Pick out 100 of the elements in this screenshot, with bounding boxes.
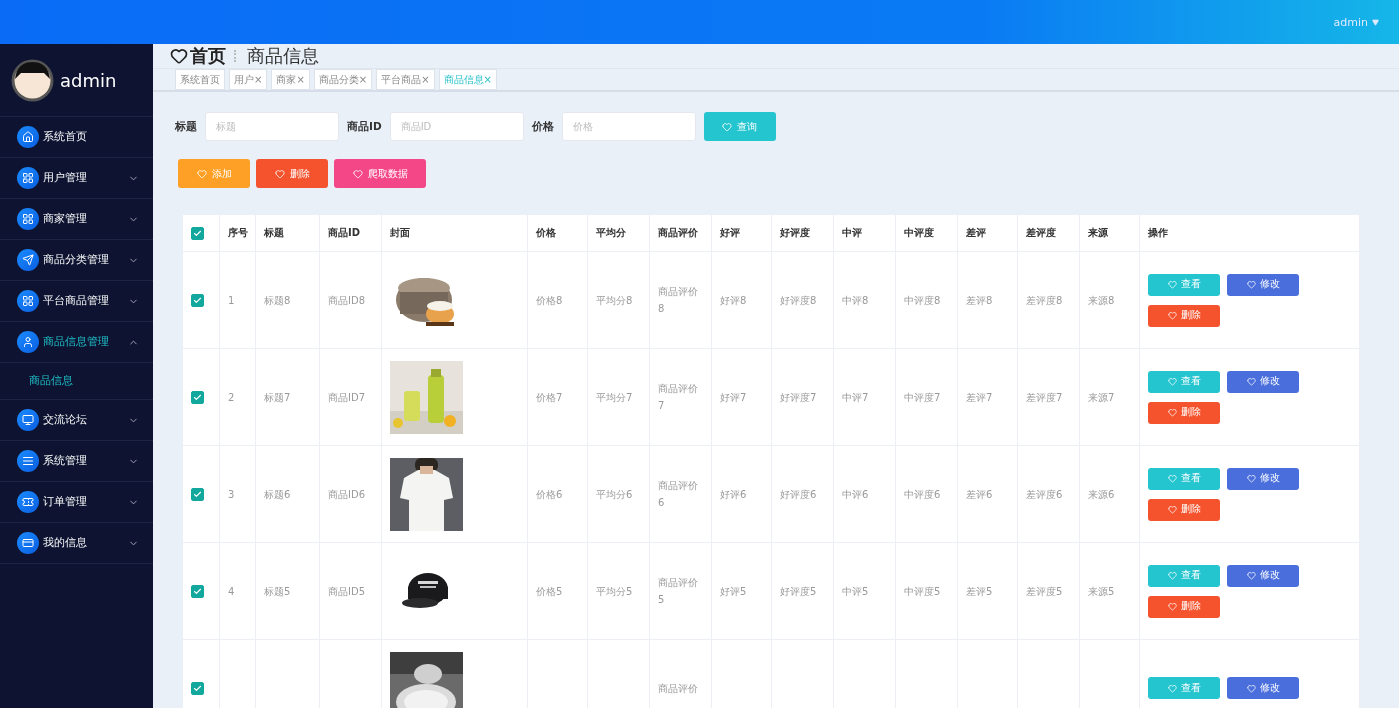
delete-button[interactable]: 删除 (256, 159, 328, 188)
checkbox[interactable] (191, 293, 204, 307)
view-button[interactable]: 查看 (1148, 467, 1220, 490)
edit-button[interactable]: 修改 (1227, 677, 1299, 699)
edit-button[interactable]: 修改 (1227, 564, 1299, 587)
table-cell-text: 1 (228, 293, 235, 308)
table-cell-text: 差评度7 (1026, 390, 1063, 405)
page-tab[interactable]: 系统首页 (175, 69, 225, 90)
checkbox[interactable] (191, 390, 204, 404)
add-button[interactable]: 添加 (178, 159, 250, 188)
table-cell-text: 标题8 (264, 293, 291, 308)
checkbox[interactable] (191, 681, 204, 695)
sidebar-item[interactable]: 平台商品管理 (0, 281, 153, 322)
table-cell-text: 好评5 (720, 584, 747, 599)
menu-icon (17, 331, 39, 353)
sidebar-item[interactable]: 系统首页 (0, 117, 153, 158)
page-tab[interactable]: 平台商品× (376, 69, 435, 90)
view-button[interactable]: 查看 (1148, 564, 1220, 587)
sidebar-item[interactable]: 我的信息 (0, 523, 153, 564)
table-cell-text: 差评度6 (1026, 487, 1063, 502)
table-cell-text: 中评8 (842, 293, 869, 308)
heart-icon (1167, 311, 1177, 320)
checkbox[interactable] (191, 584, 204, 598)
table-cell-text: 中评5 (842, 584, 869, 599)
table-cell-text: 商品ID6 (328, 487, 365, 502)
table-cell-text: 来源8 (1088, 293, 1115, 308)
heart-icon (1246, 474, 1256, 483)
delete-button[interactable]: 删除 (1148, 304, 1220, 327)
column-header: 平均分 (588, 215, 650, 252)
heart-icon (1246, 377, 1256, 386)
table-cell-text: 好评度5 (780, 584, 817, 599)
table-cell-text: 差评5 (966, 584, 993, 599)
delete-button[interactable]: 删除 (1148, 498, 1220, 521)
table-cell-text: 商品ID5 (328, 584, 365, 599)
heart-icon (1167, 602, 1177, 611)
menu-icon (17, 290, 39, 312)
page-tab[interactable]: 商家× (271, 69, 310, 90)
table-cell-text: 平均分6 (596, 487, 633, 502)
heart-icon (722, 121, 733, 132)
column-header: 中评度 (896, 215, 958, 252)
checkbox[interactable] (191, 487, 204, 501)
heart-icon (1167, 377, 1177, 386)
user-menu[interactable]: admin (1333, 15, 1379, 29)
breadcrumb-current: 商品信息 (247, 44, 319, 68)
view-button[interactable]: 查看 (1148, 273, 1220, 296)
delete-button[interactable]: 删除 (1148, 595, 1220, 618)
heart-icon (1167, 505, 1177, 514)
table-cell-text: 平均分7 (596, 390, 633, 405)
field-label: 商品ID (347, 119, 382, 134)
table-cell-text: 平均分5 (596, 584, 633, 599)
table-cell-text: 中评度5 (904, 584, 941, 599)
search-button[interactable]: 查询 (703, 112, 776, 141)
page-tab[interactable]: 商品分类× (313, 69, 373, 90)
user-name: admin (60, 69, 117, 91)
view-button[interactable]: 查看 (1148, 370, 1220, 393)
edit-button[interactable]: 修改 (1227, 467, 1299, 490)
checkbox[interactable] (191, 226, 204, 240)
check-icon (193, 489, 202, 499)
search-field[interactable]: 价格 (561, 112, 696, 141)
search-field[interactable]: 标题 (205, 112, 339, 141)
menu-icon (17, 450, 39, 472)
column-header: 好评 (712, 215, 772, 252)
menu-icon (17, 249, 39, 271)
edit-button[interactable]: 修改 (1227, 370, 1299, 393)
column-header: 来源 (1080, 215, 1140, 252)
sidebar-subitem[interactable]: 商品信息 (0, 363, 153, 400)
sidebar-item[interactable]: 商家管理 (0, 199, 153, 240)
caret-icon[interactable] (1372, 18, 1379, 26)
table-cell-text: 价格7 (536, 390, 563, 405)
delete-button[interactable]: 删除 (1148, 401, 1220, 424)
sidebar-item[interactable]: 订单管理 (0, 482, 153, 523)
breadcrumb-home[interactable]: 首页 (170, 44, 226, 68)
column-header: 封面 (382, 215, 528, 252)
table-cell-text: 来源6 (1088, 487, 1115, 502)
heart-icon (196, 168, 207, 179)
menu-icon (17, 532, 39, 554)
table-cell-text: 差评8 (966, 293, 993, 308)
view-button[interactable]: 查看 (1148, 677, 1220, 699)
table-cell-text: 商品评价7 (658, 382, 699, 413)
column-header: 标题 (256, 215, 320, 252)
table-cell-text: 好评度7 (780, 390, 817, 405)
heart-icon (1246, 280, 1256, 289)
column-header: 差评度 (1018, 215, 1080, 252)
table-cell-text: 商品评价 (658, 681, 698, 696)
sidebar-item[interactable]: 商品分类管理 (0, 240, 153, 281)
table-cell-text: 好评8 (720, 293, 747, 308)
table-cell-text: 商品ID8 (328, 293, 365, 308)
crawl-button[interactable]: 爬取数据 (334, 159, 426, 188)
edit-button[interactable]: 修改 (1227, 273, 1299, 296)
sidebar-item[interactable]: 商品信息管理 (0, 322, 153, 363)
sidebar-item[interactable]: 用户管理 (0, 158, 153, 199)
table-cell-text: 标题7 (264, 390, 291, 405)
table-cell-text: 中评度6 (904, 487, 941, 502)
sidebar-item[interactable]: 系统管理 (0, 441, 153, 482)
table-cell-text: 差评7 (966, 390, 993, 405)
heart-icon (352, 168, 363, 179)
sidebar-item[interactable]: 交流论坛 (0, 400, 153, 441)
page-tab[interactable]: 商品信息× (438, 69, 497, 90)
page-tab[interactable]: 用户× (229, 69, 268, 90)
table-cell-text: 商品评价8 (658, 285, 699, 316)
